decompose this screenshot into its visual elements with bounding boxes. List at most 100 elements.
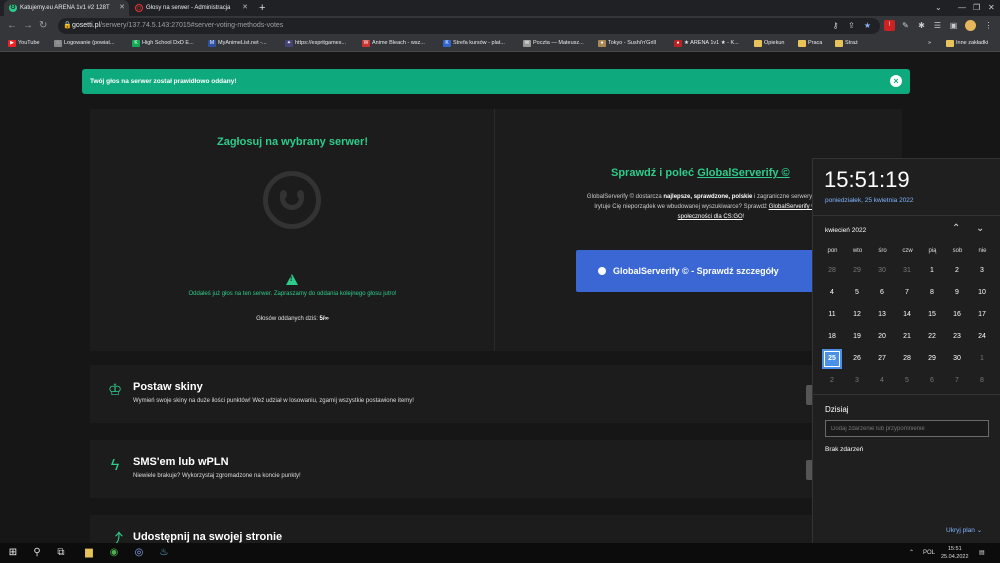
calendar-day[interactable]: 4: [872, 371, 892, 391]
calendar-day[interactable]: 10: [972, 283, 992, 303]
tab-search-icon[interactable]: ⌄: [935, 0, 942, 16]
new-tab-icon[interactable]: +: [259, 0, 265, 16]
bookmark-item[interactable]: ✦ https://espritgames...: [285, 36, 346, 51]
hide-plan-link[interactable]: Ukryj plan ⌄: [946, 526, 982, 534]
address-bar[interactable]: 🔒 gosetti.pl/serwery/137.74.5.143:27015#…: [58, 18, 880, 34]
calendar-day[interactable]: 26: [847, 349, 867, 369]
calendar-day[interactable]: 7: [947, 371, 967, 391]
sidebar-icon[interactable]: ▣: [948, 20, 959, 31]
calendar-day[interactable]: 28: [822, 261, 842, 281]
bookmark-item[interactable]: K Strefa kursów - plat...: [443, 36, 505, 51]
minimize-icon[interactable]: —: [958, 0, 966, 16]
tab-glosy[interactable]: O Głosy na serwer - Administracja ✕: [130, 0, 252, 16]
bookmark-star-icon[interactable]: ★: [862, 20, 873, 31]
close-tab-icon[interactable]: ✕: [119, 0, 125, 16]
bookmark-item[interactable]: ● ★ ARENA 1v1 ★ - K...: [674, 36, 739, 51]
steam-icon[interactable]: ♨: [157, 546, 171, 560]
calendar-day[interactable]: 14: [897, 305, 917, 325]
calendar-day[interactable]: 30: [947, 349, 967, 369]
event-input[interactable]: [825, 420, 989, 437]
puzzle-extensions-icon[interactable]: ✱: [916, 20, 927, 31]
month-label[interactable]: kwiecień 2022: [825, 227, 866, 234]
reload-icon[interactable]: ↻: [39, 19, 47, 33]
calendar-day[interactable]: 6: [872, 283, 892, 303]
calendar-day[interactable]: 30: [872, 261, 892, 281]
windows-start-icon[interactable]: ⊞: [6, 546, 20, 560]
bookmark-folder[interactable]: Praca: [798, 36, 822, 51]
bookmark-item[interactable]: ● Tokyo - Sushi'n'Grill: [598, 36, 656, 51]
calendar-day[interactable]: 4: [822, 283, 842, 303]
calendar-day[interactable]: 6: [922, 371, 942, 391]
key-icon[interactable]: ⚷: [830, 20, 841, 31]
bookmark-item[interactable]: ✉ Poczta — Mateusz...: [523, 36, 584, 51]
bookmark-item[interactable]: W Anime Bleach - wsz...: [362, 36, 425, 51]
tray-clock[interactable]: 15:51 25.04.2022: [941, 545, 969, 561]
calendar-day[interactable]: 5: [897, 371, 917, 391]
notifications-icon[interactable]: ▤: [979, 543, 985, 563]
extension-icon[interactable]: ✎: [900, 20, 911, 31]
calendar-day[interactable]: 22: [922, 327, 942, 347]
reading-list-icon[interactable]: ☰: [932, 20, 943, 31]
language-indicator[interactable]: POL: [923, 543, 935, 563]
bookmark-item[interactable]: ▶ YouTube: [8, 36, 40, 51]
chevron-down-icon[interactable]: ⌄: [976, 223, 984, 234]
tab-katujemy[interactable]: ⚙ Katujemy.eu ARENA 1v1 #2 128T ✕: [4, 0, 129, 16]
bookmark-folder[interactable]: Opiekun: [754, 36, 785, 51]
calendar-day[interactable]: 1: [922, 261, 942, 281]
task-view-icon[interactable]: ⧉: [54, 546, 68, 560]
calendar-day[interactable]: 3: [847, 371, 867, 391]
calendar-day[interactable]: 25: [822, 349, 842, 369]
bookmark-item[interactable]: K High School DxD E...: [132, 36, 194, 51]
back-icon[interactable]: ←: [7, 19, 17, 33]
menu-dots-icon[interactable]: ⋮: [983, 20, 994, 31]
file-explorer-icon[interactable]: ▆: [82, 546, 96, 560]
bookmark-item[interactable]: M MyAnimeList.net -...: [208, 36, 267, 51]
calendar-day[interactable]: 8: [922, 283, 942, 303]
calendar-day[interactable]: 11: [822, 305, 842, 325]
calendar-day[interactable]: 29: [922, 349, 942, 369]
calendar-day[interactable]: 3: [972, 261, 992, 281]
calendar-day[interactable]: 12: [847, 305, 867, 325]
close-window-icon[interactable]: ✕: [988, 0, 995, 16]
calendar-day[interactable]: 17: [972, 305, 992, 325]
avatar[interactable]: [965, 20, 976, 31]
search-icon[interactable]: ⚲: [30, 546, 44, 560]
bookmark-folder[interactable]: Straż: [835, 36, 858, 51]
other-bookmarks[interactable]: Inne zakładki: [946, 36, 988, 51]
bookmark-item[interactable]: ◌ Logowanie (powiat...: [54, 36, 114, 51]
calendar-day[interactable]: 16: [947, 305, 967, 325]
chrome-icon[interactable]: ◉: [107, 546, 121, 560]
app-icon[interactable]: ◎: [132, 546, 146, 560]
calendar-day[interactable]: 8: [972, 371, 992, 391]
forward-icon[interactable]: →: [23, 19, 33, 33]
calendar-day[interactable]: 2: [822, 371, 842, 391]
calendar-day[interactable]: 27: [872, 349, 892, 369]
close-alert-icon[interactable]: ×: [890, 75, 902, 87]
calendar-day[interactable]: 28: [897, 349, 917, 369]
community-link[interactable]: społeczności dla CS:GO: [678, 214, 743, 220]
share-page-icon[interactable]: ⇪: [846, 20, 857, 31]
calendar-day[interactable]: 7: [897, 283, 917, 303]
close-tab-icon[interactable]: ✕: [242, 0, 248, 16]
globalserverify-link[interactable]: GlobalServerify ©: [697, 167, 789, 179]
calendar-day[interactable]: 24: [972, 327, 992, 347]
calendar-day[interactable]: 29: [847, 261, 867, 281]
calendar-day[interactable]: 9: [947, 283, 967, 303]
chevron-up-icon[interactable]: ⌃: [952, 223, 960, 234]
restore-icon[interactable]: ❐: [973, 0, 980, 16]
calendar-day[interactable]: 23: [947, 327, 967, 347]
calendar-day[interactable]: 20: [872, 327, 892, 347]
calendar-day[interactable]: 2: [947, 261, 967, 281]
calendar-day[interactable]: 21: [897, 327, 917, 347]
extension-badge-icon[interactable]: !: [884, 20, 895, 31]
tray-chevron-icon[interactable]: ⌃: [909, 543, 914, 563]
calendar-day[interactable]: 31: [897, 261, 917, 281]
calendar-day[interactable]: 13: [872, 305, 892, 325]
calendar-day[interactable]: 15: [922, 305, 942, 325]
calendar-day[interactable]: 18: [822, 327, 842, 347]
globalserverify-button[interactable]: GlobalServerify © - Sprawdź szczegóły: [576, 250, 816, 292]
calendar-day[interactable]: 19: [847, 327, 867, 347]
long-date-link[interactable]: poniedziałek, 25 kwietnia 2022: [825, 197, 914, 204]
calendar-day[interactable]: 5: [847, 283, 867, 303]
calendar-day[interactable]: 1: [972, 349, 992, 369]
